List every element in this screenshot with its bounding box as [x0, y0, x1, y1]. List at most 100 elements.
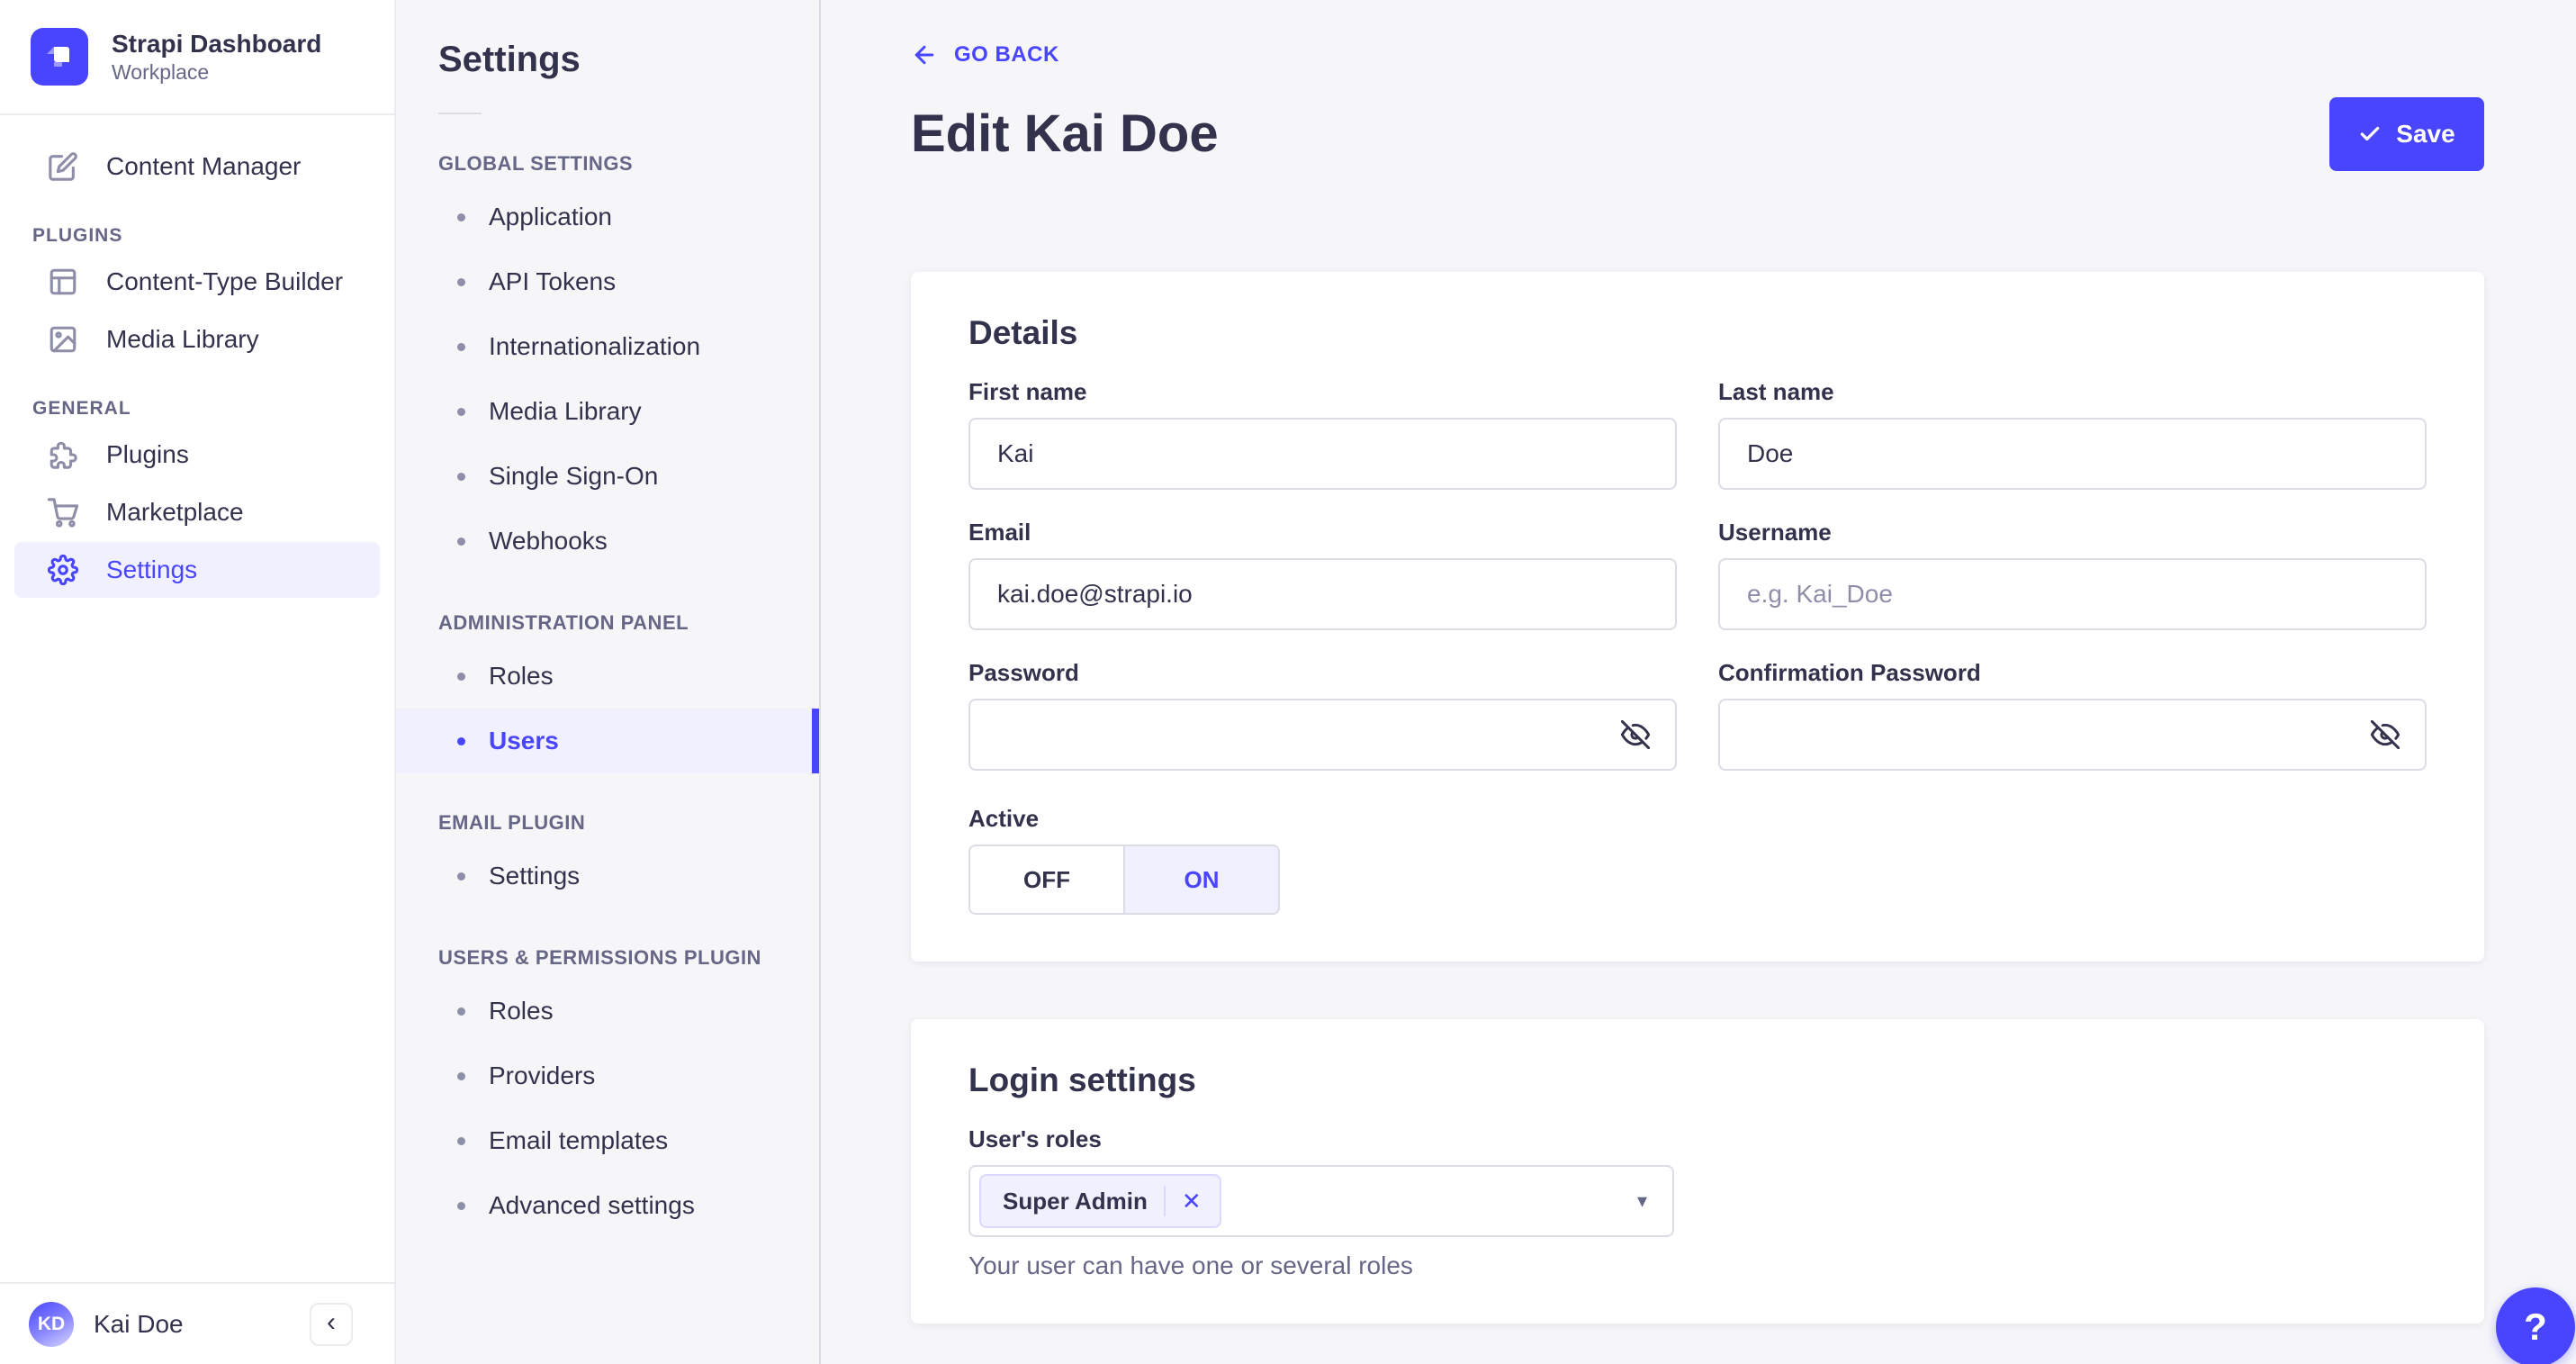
- check-icon: [2361, 126, 2380, 141]
- roles-hint-text: Your user can have one or several roles: [968, 1251, 1413, 1279]
- confirm-password-field[interactable]: [1718, 699, 2427, 771]
- collapse-sidebar-button[interactable]: ‹: [310, 1302, 353, 1346]
- subnav-item-up-advanced-settings[interactable]: Advanced settings: [396, 1173, 819, 1238]
- subnav-item-email-settings[interactable]: Settings: [396, 844, 819, 908]
- brand-block: Strapi Dashboard Workplace: [0, 0, 394, 115]
- chevron-left-icon: ‹: [327, 1306, 336, 1337]
- subnav-item-label: Application: [489, 203, 612, 230]
- sidebar-item-settings[interactable]: Settings: [14, 542, 380, 598]
- email-field[interactable]: [968, 558, 1677, 630]
- subnav-section-users-permissions: USERS & PERMISSIONS PLUGIN Roles Provide…: [396, 946, 819, 1238]
- confirm-password-group: Confirmation Password: [1718, 659, 2427, 771]
- user-roles-select[interactable]: Super Admin ✕ ▾: [968, 1165, 1674, 1237]
- subnav-item-up-roles[interactable]: Roles: [396, 979, 819, 1043]
- sidebar-item-label: Plugins: [106, 440, 189, 468]
- subnav-item-label: Settings: [489, 862, 581, 890]
- password-field[interactable]: [968, 699, 1677, 771]
- chevron-down-icon[interactable]: ▾: [1637, 1189, 1647, 1213]
- subnav-section-title: ADMINISTRATION PANEL: [438, 611, 689, 634]
- sidebar-section-general: GENERAL: [32, 398, 131, 419]
- password-label: Password: [968, 659, 1079, 686]
- subnav-section-title: USERS & PERMISSIONS PLUGIN: [438, 946, 761, 969]
- role-tag-super-admin: Super Admin ✕: [979, 1174, 1221, 1228]
- subnav-item-admin-roles[interactable]: Roles: [396, 644, 819, 709]
- sidebar-item-label: Settings: [106, 556, 198, 583]
- first-name-field[interactable]: [968, 418, 1677, 490]
- toggle-confirm-password-visibility-button[interactable]: [2367, 717, 2403, 753]
- user-block: KD Kai Doe: [29, 1301, 184, 1347]
- sidebar-item-content-type-builder[interactable]: Content-Type Builder: [14, 254, 380, 310]
- page-header: Edit Kai Doe Save: [911, 97, 2484, 171]
- question-mark-icon: ?: [2524, 1305, 2547, 1348]
- sidebar-item-marketplace[interactable]: Marketplace: [14, 484, 380, 540]
- subnav-section-global-settings: GLOBAL SETTINGS Application API Tokens I…: [396, 152, 819, 574]
- subnav-item-label: Providers: [489, 1061, 596, 1089]
- go-back-label: GO BACK: [954, 42, 1059, 67]
- go-back-link[interactable]: GO BACK: [911, 41, 1059, 68]
- subnav-section-email-plugin: EMAIL PLUGIN Settings: [396, 811, 819, 908]
- content-manager-icon: [47, 150, 79, 183]
- first-name-group: First name: [968, 378, 1677, 490]
- subnav-item-label: Media Library: [489, 397, 642, 425]
- subnav-item-label: Single Sign-On: [489, 462, 659, 490]
- active-toggle-on[interactable]: ON: [1123, 846, 1278, 913]
- subnav-item-label: Roles: [489, 662, 554, 690]
- arrow-left-icon: [914, 45, 934, 65]
- sidebar-nav: Content Manager PLUGINS Content-Type Bui…: [0, 115, 394, 598]
- sidebar-item-label: Content Manager: [106, 152, 302, 180]
- subnav-item-webhooks[interactable]: Webhooks: [396, 509, 819, 574]
- subnav-section-administration-panel: ADMINISTRATION PANEL Roles Users: [396, 611, 819, 773]
- save-button[interactable]: Save: [2329, 97, 2484, 171]
- subnav-item-label: Internationalization: [489, 332, 701, 360]
- details-form: First name Last name Email: [968, 378, 2427, 915]
- last-name-field[interactable]: [1718, 418, 2427, 490]
- subnav-item-up-providers[interactable]: Providers: [396, 1043, 819, 1108]
- main-content: GO BACK Edit Kai Doe Save Details First …: [821, 0, 2576, 1364]
- subnav-item-label: Webhooks: [489, 527, 608, 555]
- active-toggle-off[interactable]: OFF: [970, 846, 1123, 913]
- subnav-item-up-email-templates[interactable]: Email templates: [396, 1108, 819, 1173]
- sidebar-item-content-manager[interactable]: Content Manager: [14, 139, 380, 194]
- active-group: Active OFF ON: [968, 805, 1677, 915]
- first-name-label: First name: [968, 378, 1087, 405]
- subnav-item-api-tokens[interactable]: API Tokens: [396, 249, 819, 314]
- confirm-password-label: Confirmation Password: [1718, 659, 1981, 686]
- subnav-item-label: Email templates: [489, 1126, 669, 1154]
- save-button-label: Save: [2396, 120, 2455, 148]
- sidebar-item-label: Marketplace: [106, 498, 244, 526]
- remove-role-icon[interactable]: ✕: [1182, 1189, 1202, 1213]
- user-roles-label: User's roles: [968, 1125, 1102, 1152]
- details-card-title: Details: [968, 314, 1078, 351]
- subnav-section-title: GLOBAL SETTINGS: [438, 152, 634, 175]
- active-toggle: OFF ON: [968, 845, 1280, 915]
- login-settings-title: Login settings: [968, 1061, 1196, 1098]
- email-group: Email: [968, 519, 1677, 630]
- image-icon: [47, 323, 79, 356]
- subnav-item-media-library[interactable]: Media Library: [396, 379, 819, 444]
- last-name-group: Last name: [1718, 378, 2427, 490]
- subnav-item-internationalization[interactable]: Internationalization: [396, 314, 819, 379]
- subnav-section-title: EMAIL PLUGIN: [438, 811, 586, 834]
- user-name: Kai Doe: [94, 1309, 184, 1338]
- username-label: Username: [1718, 519, 1832, 546]
- cart-icon: [47, 496, 79, 528]
- subnav-item-label: Advanced settings: [489, 1191, 695, 1219]
- sidebar-item-plugins[interactable]: Plugins: [14, 427, 380, 483]
- sidebar-item-label: Content-Type Builder: [106, 267, 344, 295]
- subnav-item-application[interactable]: Application: [396, 185, 819, 249]
- puzzle-icon: [47, 438, 79, 471]
- password-group: Password: [968, 659, 1677, 771]
- strapi-logo-icon: [31, 28, 88, 86]
- username-field[interactable]: [1718, 558, 2427, 630]
- sidebar-item-label: Media Library: [106, 325, 259, 353]
- brand-text: Strapi Dashboard Workplace: [112, 29, 321, 85]
- login-settings-card: Login settings User's roles Super Admin …: [911, 1019, 2484, 1323]
- subnav-item-single-sign-on[interactable]: Single Sign-On: [396, 444, 819, 509]
- subnav-item-label: API Tokens: [489, 267, 617, 295]
- sidebar-item-media-library[interactable]: Media Library: [14, 312, 380, 367]
- subnav-item-label: Users: [489, 727, 559, 754]
- toggle-password-visibility-button[interactable]: [1617, 717, 1653, 753]
- subnav-item-admin-users[interactable]: Users: [396, 709, 819, 773]
- help-button[interactable]: ?: [2496, 1287, 2575, 1364]
- role-tag-label: Super Admin: [1003, 1187, 1148, 1215]
